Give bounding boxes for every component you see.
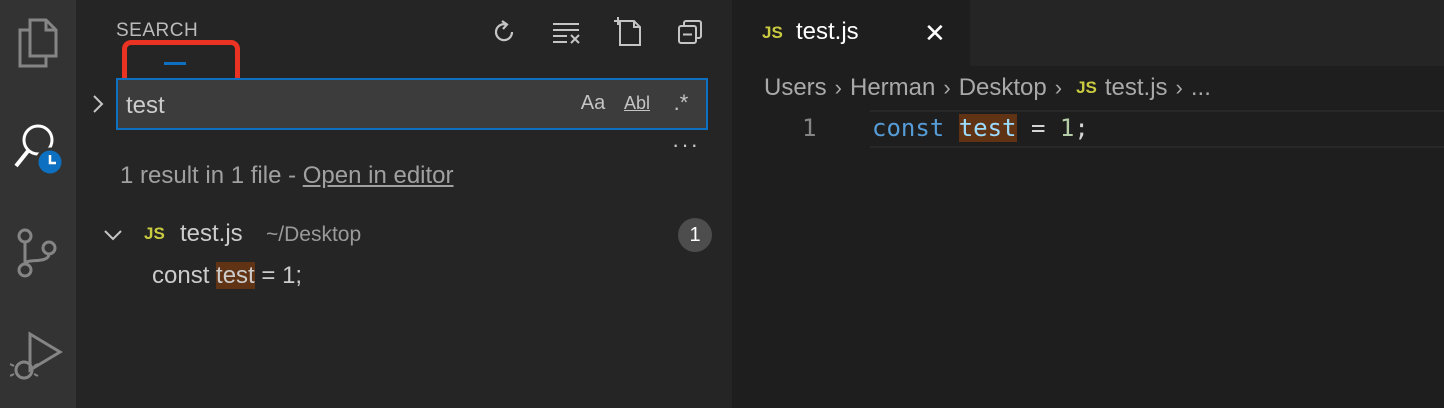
breadcrumb-herman[interactable]: Herman (850, 74, 935, 102)
code-line[interactable]: const test = 1; (872, 114, 1089, 142)
code-variable-match: test (958, 114, 1017, 142)
chevron-right-icon: › (943, 75, 951, 100)
result-summary-text: 1 result in 1 file - (120, 162, 303, 189)
code-operator: = (1016, 114, 1060, 142)
clear-results-icon[interactable] (548, 14, 584, 50)
search-history-icon[interactable] (0, 118, 76, 182)
open-in-editor-link[interactable]: Open in editor (303, 162, 454, 189)
line-number: 1 (802, 114, 817, 142)
search-options: Aa Abl .* (578, 90, 696, 116)
close-icon[interactable]: ✕ (924, 18, 946, 49)
tab-test-js[interactable]: JS test.js ✕ (732, 0, 970, 66)
tab-label: test.js (796, 18, 859, 45)
breadcrumb-file[interactable]: test.js (1105, 74, 1168, 102)
run-debug-icon[interactable] (0, 330, 76, 390)
js-file-icon: JS (144, 224, 165, 243)
match-after: = 1; (254, 262, 303, 289)
match-case-toggle[interactable]: Aa (578, 92, 608, 115)
search-input-value[interactable]: test (126, 92, 165, 120)
result-summary: 1 result in 1 file - Open in editor (120, 162, 454, 190)
chevron-right-icon: › (1054, 75, 1063, 100)
search-sidebar: SEARCH test Aa Abl .* ··· 1 result in 1 … (76, 0, 732, 408)
toggle-replace-chevron-icon[interactable] (88, 94, 108, 114)
whole-word-toggle[interactable]: Abl (622, 93, 652, 114)
code-end: ; (1074, 114, 1089, 142)
result-file-name: test.js (180, 220, 243, 247)
new-search-editor-icon[interactable] (610, 14, 646, 50)
search-title: SEARCH (116, 20, 199, 41)
result-count-badge: 1 (678, 218, 712, 252)
match-highlight: test (216, 262, 255, 289)
refresh-icon[interactable] (486, 14, 522, 50)
source-control-icon[interactable] (0, 226, 76, 282)
activity-bar (0, 0, 76, 408)
toggle-search-details-button[interactable]: ··· (672, 132, 700, 158)
result-file-row[interactable]: JS test.js ~/Desktop 1 (102, 218, 712, 252)
regex-toggle[interactable]: .* (666, 90, 696, 116)
search-actions (486, 14, 708, 50)
code-keyword: const (872, 114, 945, 142)
chevron-right-icon: › (834, 75, 842, 100)
tab-bar: JS test.js ✕ (732, 0, 1444, 66)
chevron-right-icon: › (1175, 75, 1183, 100)
code-number: 1 (1059, 114, 1075, 142)
editor-area: JS test.js ✕ Users › Herman › Desktop › … (732, 0, 1444, 408)
js-file-icon: JS (762, 23, 783, 42)
chevron-down-icon[interactable] (102, 224, 124, 251)
breadcrumb-users[interactable]: Users (764, 74, 827, 102)
files-icon[interactable] (0, 16, 76, 70)
breadcrumb-more[interactable]: ... (1191, 74, 1211, 102)
result-file-path: ~/Desktop (266, 223, 362, 246)
breadcrumb-desktop[interactable]: Desktop (959, 74, 1047, 102)
breadcrumb: Users › Herman › Desktop › JS test.js › … (764, 74, 1211, 102)
match-result-line[interactable]: const test = 1; (152, 262, 302, 290)
match-before: const (152, 262, 217, 289)
js-file-icon: JS (1076, 78, 1097, 97)
search-input[interactable]: test Aa Abl .* (116, 78, 708, 130)
collapse-all-icon[interactable] (672, 14, 708, 50)
